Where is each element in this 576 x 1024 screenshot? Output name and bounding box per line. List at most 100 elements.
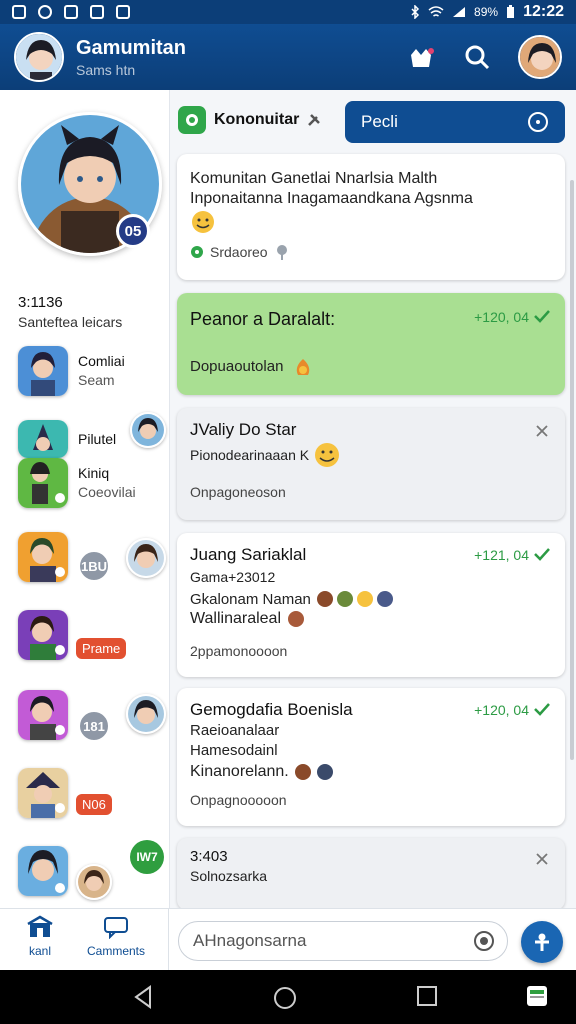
post-title: Juang Sariaklal (190, 545, 307, 564)
crown-hand-icon (411, 48, 434, 67)
post-meta: Srdaoreo (210, 244, 268, 260)
post-line: Raeioanalaar (190, 722, 280, 739)
bluetooth-icon (411, 5, 420, 19)
emoji-row-icon (294, 764, 333, 780)
post-time: +120, 04 (474, 309, 529, 325)
post-title: 3:403 (190, 848, 228, 865)
contact-avatar[interactable] (130, 412, 166, 448)
community-button[interactable] (406, 42, 436, 72)
post-card[interactable]: Peanor a Daralalt: +120, 04 Dopuaoutolan (177, 293, 565, 395)
emoji-row-icon (316, 591, 393, 607)
list-item[interactable]: Kiniq Coeovilai (18, 458, 136, 508)
post-card[interactable]: Gemogdafia Boenisla +120, 04 Raeioanalaa… (177, 688, 565, 826)
contact-name: Comliai (78, 353, 125, 369)
contact-sub: Seam (78, 372, 115, 388)
signal-icon (453, 7, 466, 17)
comments-icon (104, 917, 128, 940)
post-subtitle: Pionodearinaaan K (190, 447, 310, 463)
person-add-icon (535, 933, 549, 951)
sidebar-time: 3:1136 (18, 294, 63, 311)
compose-fab[interactable] (521, 921, 563, 963)
contact-name: Kiniq (78, 465, 110, 481)
app-title: Gamumitan (76, 36, 187, 59)
home-button-icon[interactable] (272, 985, 298, 1011)
list-item[interactable]: Pilutel (18, 420, 116, 458)
back-icon[interactable] (132, 985, 154, 1009)
main-feed: Kononuitar Pecli Komunitan Ganetlai Nnar… (170, 90, 576, 910)
post-time: +120, 04 (474, 702, 529, 718)
tab-comments-label: Camments (86, 944, 145, 958)
contact-avatar[interactable] (76, 864, 112, 900)
status-pill: N06 (76, 794, 112, 815)
app-bar: Gamumitan Sams htn (0, 24, 576, 90)
post-line: Inponaitanna Inagamaandkana Agsnma (190, 190, 473, 207)
search-icon (465, 45, 490, 70)
close-icon[interactable] (535, 852, 549, 866)
check-icon (534, 310, 550, 323)
tab-home-label: kanl (28, 944, 51, 958)
compose-input[interactable]: AHnagonsarna (178, 921, 508, 961)
sync-icon (38, 5, 52, 19)
battery-percent: 89% (474, 5, 499, 19)
app-icon (116, 5, 130, 19)
post-time: +121, 04 (474, 547, 529, 563)
status-dot-icon (191, 246, 203, 258)
pin-icon (276, 245, 287, 260)
conversation-sidebar: 05 3:1136 Santeftea leicars Comliai Seam… (0, 90, 170, 908)
battery-icon (507, 5, 515, 18)
emoji-icon (288, 611, 304, 627)
system-nav-bar (0, 970, 576, 1024)
post-subtitle: Solnozsarka (190, 868, 268, 884)
post-title: Gemogdafia Boenisla (190, 700, 353, 719)
post-line: Komunitan Ganetlai Nnarlsia Malth (190, 170, 438, 187)
fire-emoji-icon (296, 359, 309, 375)
contact-thumbnail[interactable] (18, 690, 68, 740)
profile-avatar[interactable] (518, 35, 562, 79)
post-card[interactable]: 3:403 Solnozsarka (177, 838, 565, 910)
tab-comments[interactable]: Camments (76, 915, 156, 958)
contact-thumbnail[interactable] (18, 610, 68, 660)
post-meta: Onpagoneoson (190, 484, 286, 500)
notification-icon (12, 5, 26, 19)
divider (168, 909, 169, 971)
contact-thumbnail[interactable] (18, 846, 68, 896)
contact-thumbnail (18, 346, 68, 396)
post-title: Peanor a Daralalt: (190, 309, 336, 329)
emoji-icon (192, 211, 214, 233)
group-name: Kononuitar (214, 111, 300, 128)
search-field[interactable]: Pecli (345, 101, 565, 143)
flag-icon (64, 5, 78, 19)
contact-thumbnail[interactable] (18, 532, 68, 582)
post-card[interactable]: JValiy Do Star Pionodearinaaan K Onpagon… (177, 408, 565, 520)
count-badge: 181 (78, 710, 110, 742)
post-card[interactable]: Juang Sariaklal +121, 04 Gama+23012 Gkal… (177, 533, 565, 677)
check-icon (534, 548, 550, 561)
app-shortcut-icon[interactable] (526, 985, 548, 1007)
contact-avatar[interactable] (126, 538, 166, 578)
attachment-icon[interactable] (473, 930, 495, 952)
contact-name: Pilutel (78, 430, 117, 447)
compose-placeholder: AHnagonsarna (193, 931, 307, 950)
list-item[interactable]: Comliai Seam (18, 346, 125, 396)
mail-icon (90, 5, 104, 19)
contact-thumbnail[interactable] (18, 768, 68, 818)
scrollbar[interactable] (570, 180, 574, 760)
post-line: Kinanorelann. (190, 763, 289, 780)
wifi-icon (428, 6, 444, 17)
notification-icons (12, 5, 130, 19)
featured-profile[interactable]: 05 (18, 112, 162, 256)
contact-avatar[interactable] (126, 694, 166, 734)
post-card[interactable]: Komunitan Ganetlai Nnarlsia Malth Inpona… (177, 154, 565, 280)
group-avatar[interactable] (14, 32, 64, 82)
online-badge: IW7 (130, 840, 164, 874)
emoji-icon (315, 443, 340, 467)
recents-icon[interactable] (416, 985, 438, 1007)
app-subtitle: Sams htn (76, 61, 136, 78)
clock: 12:22 (523, 3, 564, 20)
search-button[interactable] (462, 42, 492, 72)
sidebar-label: Santeftea leicars (18, 314, 123, 330)
close-icon[interactable] (535, 424, 549, 438)
post-line: Hamesodainl (190, 742, 278, 759)
group-chip[interactable]: Kononuitar (178, 106, 321, 134)
tab-home[interactable]: kanl (0, 915, 80, 958)
